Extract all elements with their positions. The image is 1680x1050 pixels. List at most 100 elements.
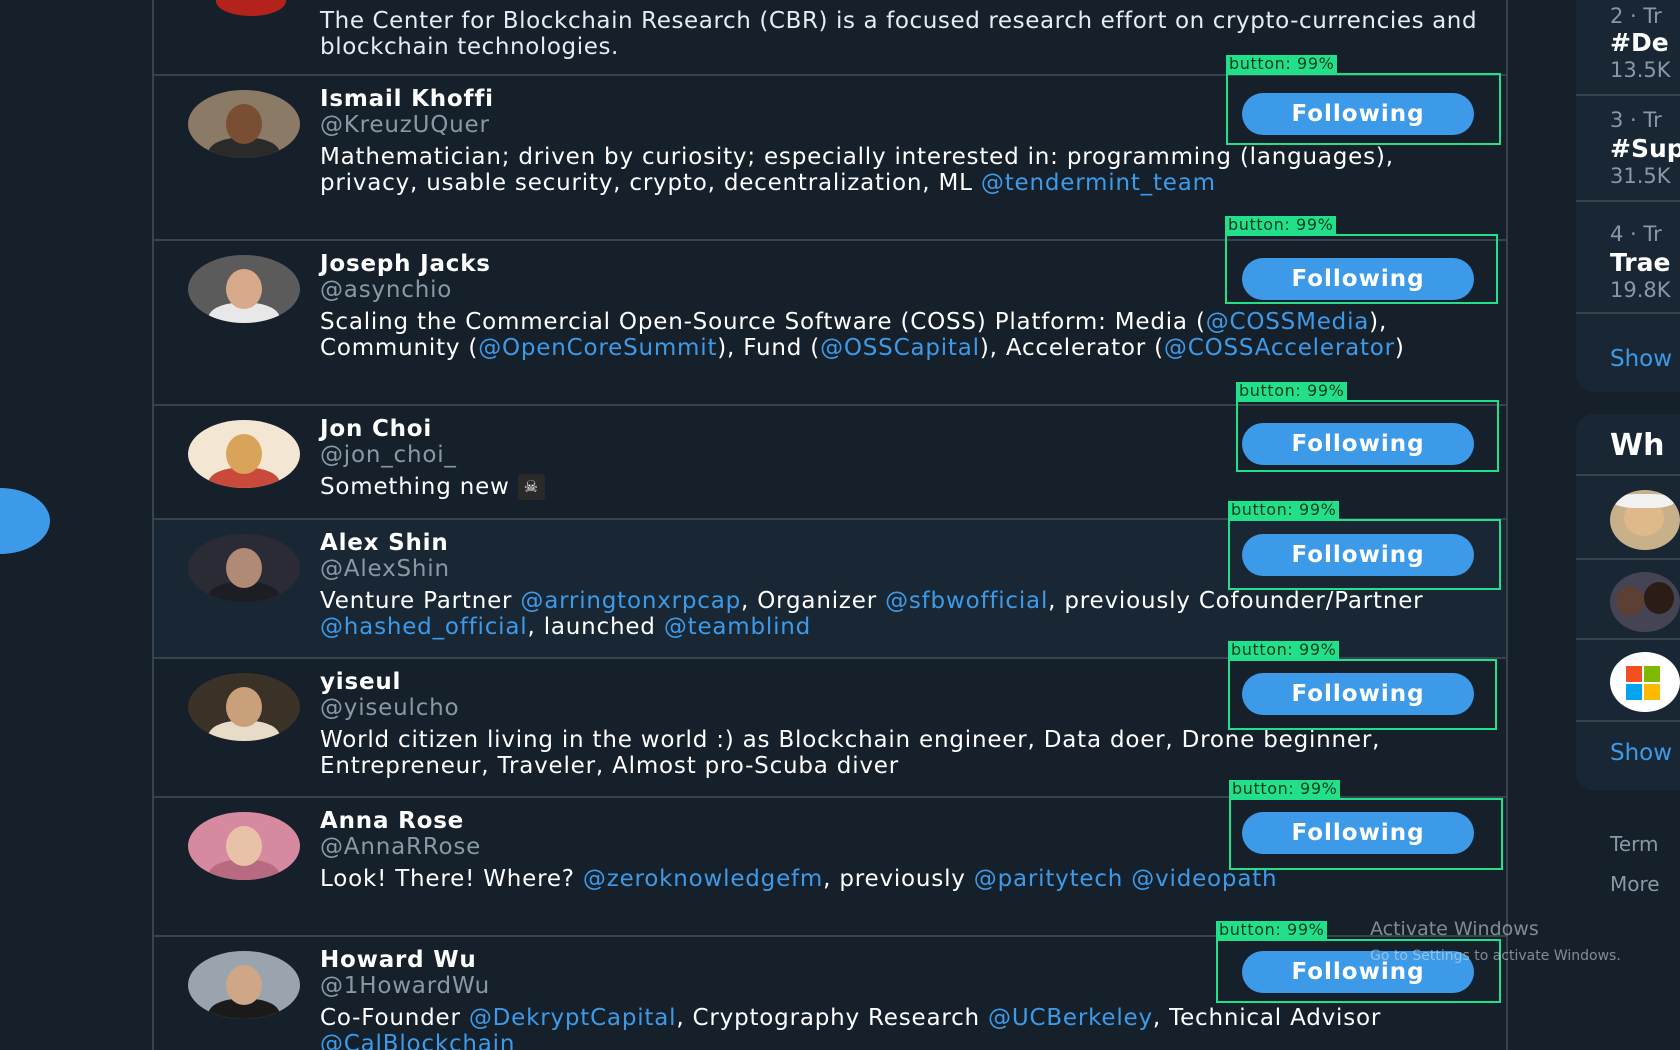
mention-link[interactable]: @zeroknowledgefm xyxy=(583,866,823,892)
bio-text: , previously Cofounder/Partner xyxy=(1048,588,1424,614)
bio-text: Look! There! Where? xyxy=(320,866,583,892)
mention-link[interactable]: @sfbwofficial xyxy=(885,588,1048,614)
bio-text: Venture Partner xyxy=(320,588,521,614)
detection-box xyxy=(1236,400,1499,472)
user-handle[interactable]: @1HowardWu xyxy=(320,973,490,999)
trend-tag: #Sup xyxy=(1610,134,1680,163)
user-bio: World citizen living in the world :) as … xyxy=(320,727,1450,779)
user-name[interactable]: Howard Wu xyxy=(320,947,477,973)
user-handle[interactable]: @KreuzUQuer xyxy=(320,112,490,138)
mention-link[interactable]: @hashed_official xyxy=(320,614,527,640)
bio-text: , launched xyxy=(527,614,664,640)
detection-box xyxy=(1225,234,1498,304)
right-sidebar: 2 · Tr #De 13.5K 3 · Tr #Sup 31.5K 4 · T… xyxy=(1576,0,1680,1050)
avatar[interactable] xyxy=(188,812,300,880)
avatar[interactable] xyxy=(188,534,300,602)
mention-link[interactable]: @arringtonxrpcap xyxy=(520,588,741,614)
trend-meta: 2 · Tr xyxy=(1610,4,1662,28)
trend-count: 13.5K xyxy=(1610,58,1671,82)
user-bio: Something new ☠ xyxy=(320,474,1450,500)
user-handle[interactable]: @AlexShin xyxy=(320,556,450,582)
mention-link[interactable]: @DekryptCapital xyxy=(469,1005,677,1031)
user-name[interactable]: Jon Choi xyxy=(320,416,432,442)
bio-text: Co-Founder xyxy=(320,1005,469,1031)
avatar[interactable] xyxy=(188,90,300,158)
trend-tag: Trae xyxy=(1610,248,1671,277)
detection-label: button: 99% xyxy=(1226,55,1338,73)
user-name[interactable]: yiseul xyxy=(320,669,401,695)
who-to-follow-title: Wh xyxy=(1610,428,1665,463)
avatar[interactable] xyxy=(216,0,286,16)
bio-text: World citizen living in the world :) as … xyxy=(320,727,1381,779)
detection-label: button: 99% xyxy=(1225,216,1337,234)
detection-label: button: 99% xyxy=(1229,780,1341,798)
avatar[interactable] xyxy=(1610,490,1680,550)
detection-label: button: 99% xyxy=(1228,641,1340,659)
detection-box xyxy=(1228,519,1501,590)
bio-text: , Technical Advisor xyxy=(1152,1005,1382,1031)
footer-terms-link[interactable]: Term xyxy=(1610,832,1658,856)
detection-box xyxy=(1226,73,1501,145)
bio-text: Something new xyxy=(320,474,518,500)
avatar[interactable] xyxy=(188,673,300,741)
skull-flag-icon: ☠ xyxy=(517,474,545,500)
bio-text: ) xyxy=(1394,335,1405,361)
mention-link[interactable]: @COSSAccelerator xyxy=(1164,335,1395,361)
bio-text: ), Accelerator ( xyxy=(979,335,1164,361)
mention-link[interactable]: @tendermint_team xyxy=(981,170,1216,196)
detection-box xyxy=(1228,659,1497,730)
detection-label: button: 99% xyxy=(1216,921,1328,939)
bio-text: , Organizer xyxy=(741,588,886,614)
trend-meta: 3 · Tr xyxy=(1610,108,1662,132)
user-bio: Venture Partner @arringtonxrpcap, Organi… xyxy=(320,588,1450,640)
microsoft-logo-icon[interactable] xyxy=(1610,652,1680,712)
user-bio: Scaling the Commercial Open-Source Softw… xyxy=(320,309,1450,361)
bio-text: , previously xyxy=(823,866,974,892)
user-name[interactable]: Joseph Jacks xyxy=(320,251,491,277)
trend-item[interactable]: 4 · Tr Trae 19.8K xyxy=(1576,202,1680,314)
bio-text: Scaling the Commercial Open-Source Softw… xyxy=(320,309,1206,335)
trend-tag: #De xyxy=(1610,28,1669,57)
user-bio: The Center for Blockchain Research (CBR)… xyxy=(320,8,1478,60)
mention-link[interactable]: @OpenCoreSummit xyxy=(478,335,717,361)
mention-link[interactable]: @CalBlockchain xyxy=(320,1031,515,1050)
footer-more-link[interactable]: More xyxy=(1610,872,1660,896)
mention-link[interactable]: @COSSMedia xyxy=(1206,309,1369,335)
detection-box xyxy=(1229,798,1503,870)
bio-text: , Cryptography Research xyxy=(676,1005,989,1031)
show-more-who-link[interactable]: Show xyxy=(1610,740,1672,766)
bio-text: ), Fund ( xyxy=(717,335,821,361)
mention-link[interactable]: @OSSCapital xyxy=(820,335,980,361)
compose-tweet-button[interactable] xyxy=(0,488,50,554)
trend-item[interactable]: 2 · Tr #De 13.5K xyxy=(1576,0,1680,96)
user-name[interactable]: Anna Rose xyxy=(320,808,464,834)
mention-link[interactable]: @paritytech xyxy=(974,866,1123,892)
trend-count: 31.5K xyxy=(1610,164,1671,188)
user-handle[interactable]: @yiseulcho xyxy=(320,695,459,721)
trend-meta: 4 · Tr xyxy=(1610,222,1662,246)
mention-link[interactable]: @teamblind xyxy=(664,614,811,640)
user-bio: Mathematician; driven by curiosity; espe… xyxy=(320,144,1450,196)
trend-count: 19.8K xyxy=(1610,278,1671,302)
mention-link[interactable]: @UCBerkeley xyxy=(988,1005,1153,1031)
detection-label: button: 99% xyxy=(1228,501,1340,519)
avatar[interactable] xyxy=(188,951,300,1019)
user-bio: Co-Founder @DekryptCapital, Cryptography… xyxy=(320,1005,1450,1050)
user-handle[interactable]: @asynchio xyxy=(320,277,452,303)
trend-item[interactable]: 3 · Tr #Sup 31.5K xyxy=(1576,96,1680,202)
show-more-trends-link[interactable]: Show xyxy=(1610,346,1672,372)
watermark-title: Activate Windows xyxy=(1370,918,1539,940)
who-to-follow-panel: Wh Show xyxy=(1576,414,1680,790)
detection-label: button: 99% xyxy=(1236,382,1348,400)
user-handle[interactable]: @AnnaRRose xyxy=(320,834,481,860)
activate-windows-watermark: Activate Windows Go to Settings to activ… xyxy=(1370,918,1621,964)
user-name[interactable]: Ismail Khoffi xyxy=(320,86,494,112)
user-handle[interactable]: @jon_choi_ xyxy=(320,442,457,468)
bio-text: Mathematician; driven by curiosity; espe… xyxy=(320,144,1394,196)
avatar[interactable] xyxy=(1610,572,1680,632)
avatar[interactable] xyxy=(188,255,300,323)
trends-panel: 2 · Tr #De 13.5K 3 · Tr #Sup 31.5K 4 · T… xyxy=(1576,0,1680,392)
watermark-subtitle: Go to Settings to activate Windows. xyxy=(1370,948,1621,964)
user-name[interactable]: Alex Shin xyxy=(320,530,449,556)
avatar[interactable] xyxy=(188,420,300,488)
